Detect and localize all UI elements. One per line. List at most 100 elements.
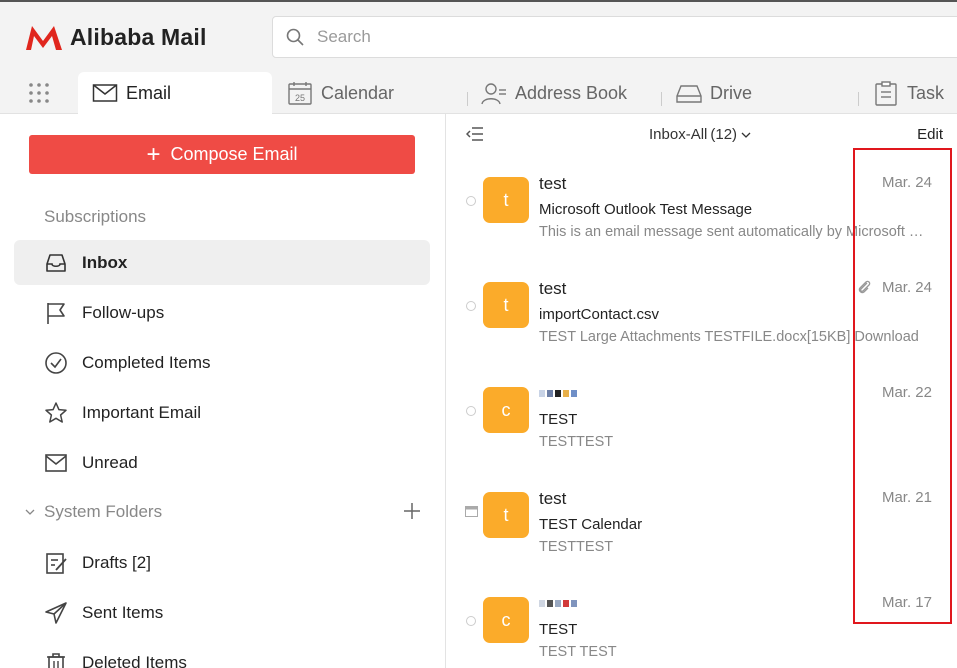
- system-folders-label: System Folders: [44, 502, 163, 521]
- avatar: t: [483, 492, 529, 538]
- sidebar-item-label: Unread: [82, 452, 138, 472]
- sidebar-item-inbox[interactable]: Inbox: [14, 240, 430, 285]
- mail-preview: TESTTEST: [539, 539, 614, 555]
- unread-dot-icon[interactable]: [466, 196, 476, 206]
- inbox-icon: [46, 253, 66, 272]
- sidebar-item-follow-ups[interactable]: Follow-ups: [14, 290, 430, 335]
- mail-sender: test: [539, 489, 567, 508]
- unread-dot-icon[interactable]: [466, 406, 476, 416]
- compose-email-label: Compose Email: [170, 144, 298, 164]
- avatar: c: [483, 597, 529, 643]
- mail-list-toolbar: Inbox-All (12) Edit: [446, 114, 957, 156]
- sidebar-item-unread[interactable]: Unread: [14, 440, 430, 485]
- sidebar-item-sent[interactable]: Sent Items: [14, 590, 430, 635]
- tab-calendar-label: Calendar: [321, 82, 395, 103]
- sidebar-item-label: Follow-ups: [82, 302, 165, 322]
- app-title: Alibaba Mail: [70, 23, 207, 50]
- envelope-icon: [45, 453, 67, 472]
- avatar: t: [483, 177, 529, 223]
- tab-drive[interactable]: Drive: [676, 72, 752, 114]
- calendar-icon-date: 25: [295, 93, 305, 103]
- mail-item[interactable]: t test importContact.csv TEST Large Atta…: [446, 261, 957, 366]
- sidebar-item-label: Drafts [2]: [82, 552, 151, 572]
- mail-subject: Microsoft Outlook Test Message: [539, 201, 753, 218]
- subscriptions-heading: Subscriptions: [44, 207, 147, 226]
- edit-button[interactable]: Edit: [917, 126, 943, 143]
- tab-email[interactable]: Email: [78, 72, 272, 114]
- mail-preview: TEST TEST: [539, 644, 617, 660]
- compose-email-button[interactable]: + Compose Email: [29, 135, 415, 174]
- mail-date: Mar. 22: [881, 384, 932, 401]
- mail-icon: [92, 84, 118, 102]
- tab-divider: [661, 92, 662, 106]
- task-icon: [875, 81, 897, 106]
- mail-sender: test: [539, 174, 567, 193]
- folder-filter-dropdown[interactable]: Inbox-All (12): [649, 126, 751, 143]
- sidebar: + Compose Email Subscriptions Inbox Foll…: [0, 114, 446, 668]
- tab-task[interactable]: Task: [873, 72, 944, 114]
- check-circle-icon: [45, 351, 67, 374]
- mail-date: Mar. 24: [881, 279, 932, 296]
- mail-preview: This is an email message sent automatica…: [539, 224, 924, 240]
- mail-preview: TEST Large Attachments TESTFILE.docx[15K…: [539, 329, 919, 345]
- folder-filter-label: Inbox-All: [649, 126, 708, 143]
- mail-item[interactable]: c TEST TESTTEST Mar. 22: [446, 366, 957, 471]
- calendar-invite-icon: [465, 506, 478, 517]
- calendar-icon: 25: [288, 82, 312, 105]
- unread-dot-icon[interactable]: [466, 301, 476, 311]
- alibaba-logo-icon: [26, 26, 62, 50]
- mail-date: Mar. 21: [881, 489, 932, 506]
- collapse-sidebar-icon[interactable]: [466, 126, 484, 142]
- sidebar-item-drafts[interactable]: Drafts [2]: [14, 540, 430, 585]
- tab-calendar[interactable]: 25 Calendar: [287, 72, 394, 114]
- plus-icon: +: [146, 140, 161, 168]
- chevron-down-icon: [741, 132, 751, 138]
- mail-subject: TEST: [539, 411, 578, 428]
- drafts-icon: [46, 552, 67, 574]
- sidebar-item-label: Sent Items: [82, 602, 164, 622]
- trash-icon: [47, 652, 65, 668]
- sidebar-item-completed[interactable]: Completed Items: [14, 340, 430, 385]
- sidebar-item-important[interactable]: Important Email: [14, 390, 430, 435]
- tab-email-label: Email: [126, 82, 172, 103]
- mail-subject: importContact.csv: [539, 306, 660, 323]
- mail-preview: TESTTEST: [539, 434, 614, 450]
- mail-item[interactable]: c TEST TEST TEST Mar. 17: [446, 576, 957, 668]
- tab-divider: [467, 92, 468, 106]
- module-tabs: Email 25 Calendar Address Book Drive Tas…: [0, 70, 957, 114]
- avatar: c: [483, 387, 529, 433]
- mail-sender: test: [539, 279, 567, 298]
- chevron-down-icon: [25, 509, 35, 515]
- folder-count: (12): [710, 126, 738, 143]
- search-icon: [286, 28, 304, 46]
- unread-dot-icon[interactable]: [466, 616, 476, 626]
- app-header: Alibaba Mail Email: [0, 2, 957, 114]
- mail-item[interactable]: t test TEST Calendar TESTTEST Mar. 21: [446, 471, 957, 576]
- sidebar-item-deleted[interactable]: Deleted Items: [14, 640, 430, 668]
- mail-date: Mar. 17: [881, 594, 932, 611]
- send-icon: [45, 601, 67, 624]
- search-box[interactable]: [272, 16, 957, 58]
- tab-address-book[interactable]: Address Book: [481, 72, 627, 114]
- sidebar-item-label: Completed Items: [82, 352, 211, 372]
- tab-drive-label: Drive: [710, 82, 753, 103]
- mail-sender-redacted: [539, 390, 577, 397]
- mail-date: Mar. 24: [881, 174, 932, 191]
- search-input[interactable]: [317, 27, 877, 47]
- add-folder-icon[interactable]: [400, 499, 424, 523]
- mail-subject: TEST Calendar: [539, 516, 643, 533]
- mail-sender-redacted: [539, 600, 577, 607]
- attachment-icon: [858, 280, 871, 294]
- system-folders-header[interactable]: System Folders: [24, 499, 424, 525]
- tab-divider: [858, 92, 859, 106]
- tab-address-book-label: Address Book: [515, 82, 628, 103]
- app-logo[interactable]: Alibaba Mail: [24, 22, 207, 52]
- avatar: t: [483, 282, 529, 328]
- mail-item[interactable]: t test Microsoft Outlook Test Message Th…: [446, 156, 957, 261]
- mail-subject: TEST: [539, 621, 578, 638]
- drive-icon: [676, 85, 702, 103]
- sidebar-item-label: Deleted Items: [82, 652, 187, 668]
- contacts-icon: [481, 83, 506, 105]
- star-icon: [45, 401, 67, 423]
- flag-icon: [47, 302, 65, 324]
